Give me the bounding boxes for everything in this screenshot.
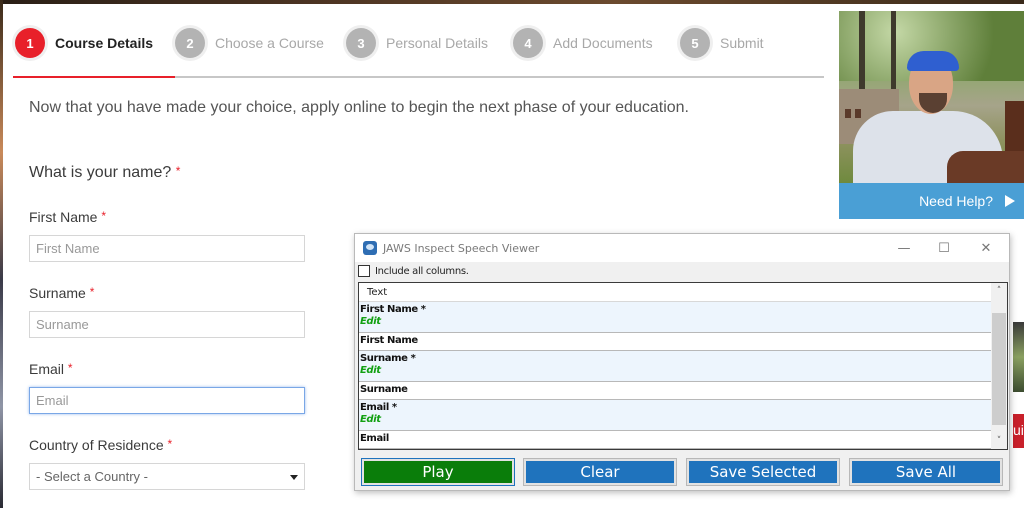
progress-stepper: 1 Course Details 2 Choose a Course 3 Per… [13,26,824,78]
row-name: Surname [360,384,408,395]
step-course-details[interactable]: 1 Course Details [15,26,153,60]
scroll-up-arrow-icon[interactable]: ˄ [991,283,1007,299]
first-name-input[interactable]: First Name [29,235,305,262]
required-asterisk: * [89,285,95,299]
required-asterisk: * [101,209,107,223]
step-number: 5 [680,28,710,58]
list-row[interactable]: Surname * Edit [359,351,991,382]
side-red-button[interactable]: ui [1013,414,1024,448]
row-role: Edit [360,365,381,376]
help-card[interactable]: Need Help? [839,11,1024,219]
row-name: First Name * [360,304,426,315]
side-button-text: ui [1013,422,1024,438]
country-select[interactable]: - Select a Country - [29,463,305,490]
step-number: 2 [175,28,205,58]
step-label: Submit [720,35,764,51]
checkbox-box[interactable] [358,265,370,277]
stepper-progress-bar [13,76,176,78]
play-button[interactable]: Play [361,458,515,486]
intro-text: Now that you have made your choice, appl… [29,99,689,116]
row-name: First Name [360,335,418,346]
save-all-button-label: Save All [852,461,1000,483]
surname-label: Surname * [29,285,94,301]
save-selected-button-label: Save Selected [689,461,837,483]
jaws-speech-viewer-window: JAWS Inspect Speech Viewer — ☐ ✕ Include… [354,233,1010,491]
list-row[interactable]: First Name [359,333,991,351]
step-add-documents[interactable]: 4 Add Documents [513,26,653,60]
vertical-scrollbar[interactable]: ˄ ˅ [991,283,1007,449]
photo-arm [947,151,1024,183]
photo-window [845,109,851,118]
list-row[interactable]: First Name * Edit [359,302,991,333]
photo-cap [907,51,959,71]
step-number: 3 [346,28,376,58]
required-asterisk: * [67,361,73,375]
required-asterisk: * [175,164,181,178]
column-header-text[interactable]: Text [359,283,991,302]
step-personal-details[interactable]: 3 Personal Details [346,26,488,60]
step-submit[interactable]: 5 Submit [680,26,764,60]
save-selected-button[interactable]: Save Selected [686,458,840,486]
placeholder-text: Surname [36,317,89,332]
label-text: Country of Residence [29,437,164,453]
minimize-button[interactable]: — [883,234,925,262]
section-question: What is your name? * [29,164,180,182]
step-choose-course[interactable]: 2 Choose a Course [175,26,324,60]
window-title: JAWS Inspect Speech Viewer [383,241,540,255]
first-name-label: First Name * [29,209,106,225]
placeholder-text: First Name [36,241,100,256]
required-asterisk: * [167,437,173,451]
email-input[interactable]: Email [29,387,305,414]
row-name: Email [360,433,389,444]
row-role: Edit [360,316,381,327]
close-button[interactable]: ✕ [965,234,1007,262]
background-image-fragment [1013,322,1024,392]
step-label: Course Details [55,35,154,51]
country-label: Country of Residence * [29,437,172,453]
step-label: Personal Details [386,35,488,51]
label-text: Email [29,361,65,377]
checkbox-label: Include all columns. [375,265,469,277]
row-role: Edit [360,414,381,425]
speech-list[interactable]: Text First Name * Edit First Name Surnam… [358,282,1008,450]
maximize-button[interactable]: ☐ [923,234,965,262]
step-label: Choose a Course [215,35,324,51]
play-button-label: Play [364,461,512,483]
list-row[interactable]: Email * Edit [359,400,991,431]
include-all-columns-checkbox[interactable]: Include all columns. [358,265,469,277]
step-number: 1 [15,28,45,58]
row-name: Email * [360,402,397,413]
need-help-label: Need Help? [919,193,993,209]
label-text: Surname [29,285,86,301]
selected-value: - Select a Country - [36,469,148,484]
scrollbar-thumb[interactable] [992,313,1006,425]
save-all-button[interactable]: Save All [849,458,1003,486]
play-triangle-icon [1005,195,1015,207]
list-row[interactable]: Email [359,431,991,449]
photo-window [855,109,861,118]
speech-rows: First Name * Edit First Name Surname * E… [359,302,991,449]
step-number: 4 [513,28,543,58]
scroll-down-arrow-icon[interactable]: ˅ [991,433,1007,449]
surname-input[interactable]: Surname [29,311,305,338]
step-label: Add Documents [553,35,653,51]
jaws-app-icon [363,241,377,255]
student-photo [839,11,1024,183]
email-label: Email * [29,361,73,377]
need-help-button[interactable]: Need Help? [839,183,1024,219]
placeholder-text: Email [36,393,69,408]
clear-button[interactable]: Clear [523,458,677,486]
question-text: What is your name? [29,164,172,181]
label-text: First Name [29,209,98,225]
window-titlebar[interactable]: JAWS Inspect Speech Viewer — ☐ ✕ [355,234,1009,262]
row-name: Surname * [360,353,416,364]
dropdown-caret-icon [290,475,298,480]
list-row[interactable]: Surname [359,382,991,400]
clear-button-label: Clear [526,461,674,483]
